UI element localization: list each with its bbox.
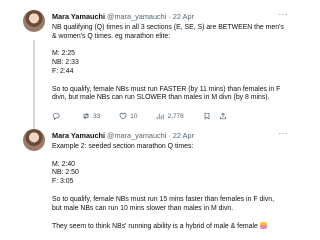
author-handle[interactable]: @mara_yamauchi bbox=[107, 131, 166, 140]
time-line: NB: 2:50 bbox=[52, 169, 79, 177]
views-icon bbox=[157, 113, 165, 120]
action-bar: 33 10 2,778 bbox=[52, 112, 246, 120]
person-emoji bbox=[259, 222, 267, 230]
bookmark-icon bbox=[204, 112, 210, 120]
time-line: M: 2:25 bbox=[52, 50, 75, 58]
tweet-1[interactable]: Mara Yamauchi @mara_yamauchi · 22 Apr ··… bbox=[0, 0, 296, 131]
tweet-text: NB qualifying (Q) times in all 3 section… bbox=[52, 24, 288, 103]
text-line: So to qualify, female NBs must run 15 mi… bbox=[52, 195, 275, 203]
retweet-count: 33 bbox=[93, 112, 101, 120]
text-line: divn, but male NBs can run SLOWER than m… bbox=[52, 94, 270, 102]
like-count: 10 bbox=[130, 112, 138, 120]
author-handle[interactable]: @mara_yamauchi bbox=[107, 12, 166, 21]
text-line: Example 2: seeded section marathon Q tim… bbox=[52, 143, 194, 150]
share-icon bbox=[219, 112, 226, 120]
retweet-button[interactable]: 33 bbox=[82, 112, 100, 120]
author-name[interactable]: Mara Yamauchi bbox=[52, 12, 105, 21]
tweet-header: Mara Yamauchi @mara_yamauchi · 22 Apr bbox=[52, 131, 288, 140]
bookmark-button[interactable] bbox=[203, 112, 211, 120]
avatar[interactable] bbox=[23, 10, 45, 32]
views-button[interactable]: 2,778 bbox=[156, 112, 184, 120]
author-name[interactable]: Mara Yamauchi bbox=[52, 131, 105, 140]
separator: · bbox=[168, 131, 171, 140]
reply-icon bbox=[52, 112, 60, 120]
retweet-icon bbox=[83, 112, 89, 120]
closing-text: They seem to think NBs' running ability … bbox=[52, 223, 258, 231]
time-line: F: 3:05 bbox=[52, 178, 74, 186]
more-icon[interactable]: ··· bbox=[279, 10, 289, 19]
like-button[interactable]: 10 bbox=[119, 112, 137, 120]
avatar[interactable] bbox=[23, 129, 45, 151]
text-line: So to qualify, female NBs must run FASTE… bbox=[52, 85, 281, 93]
time-line: M: 2:40 bbox=[52, 160, 75, 168]
more-icon[interactable]: ··· bbox=[279, 129, 289, 138]
tweet-text: Example 2: seeded section marathon Q tim… bbox=[52, 143, 288, 232]
views-count: 2,778 bbox=[167, 112, 184, 120]
text-line: NB qualifying (Q) times in all 3 section… bbox=[52, 24, 284, 31]
thread-line bbox=[33, 40, 35, 131]
share-button[interactable] bbox=[219, 112, 227, 120]
tweet-date[interactable]: 22 Apr bbox=[173, 12, 194, 21]
reply-button[interactable] bbox=[52, 112, 63, 120]
time-line: NB: 2:33 bbox=[52, 59, 79, 67]
text-line: They seem to think NBs' running ability … bbox=[52, 222, 288, 232]
heart-icon bbox=[119, 112, 127, 120]
separator: · bbox=[168, 12, 171, 21]
tweet-header: Mara Yamauchi @mara_yamauchi · 22 Apr bbox=[52, 12, 288, 21]
tweet-date[interactable]: 22 Apr bbox=[173, 131, 194, 140]
time-line: F: 2:44 bbox=[52, 67, 74, 75]
text-line: but male NBs can run 10 mins slower than… bbox=[52, 204, 234, 212]
text-line: & women's Q times. eg marathon elite: bbox=[52, 32, 171, 40]
tweet-2[interactable]: Mara Yamauchi @mara_yamauchi · 22 Apr ··… bbox=[0, 127, 296, 240]
